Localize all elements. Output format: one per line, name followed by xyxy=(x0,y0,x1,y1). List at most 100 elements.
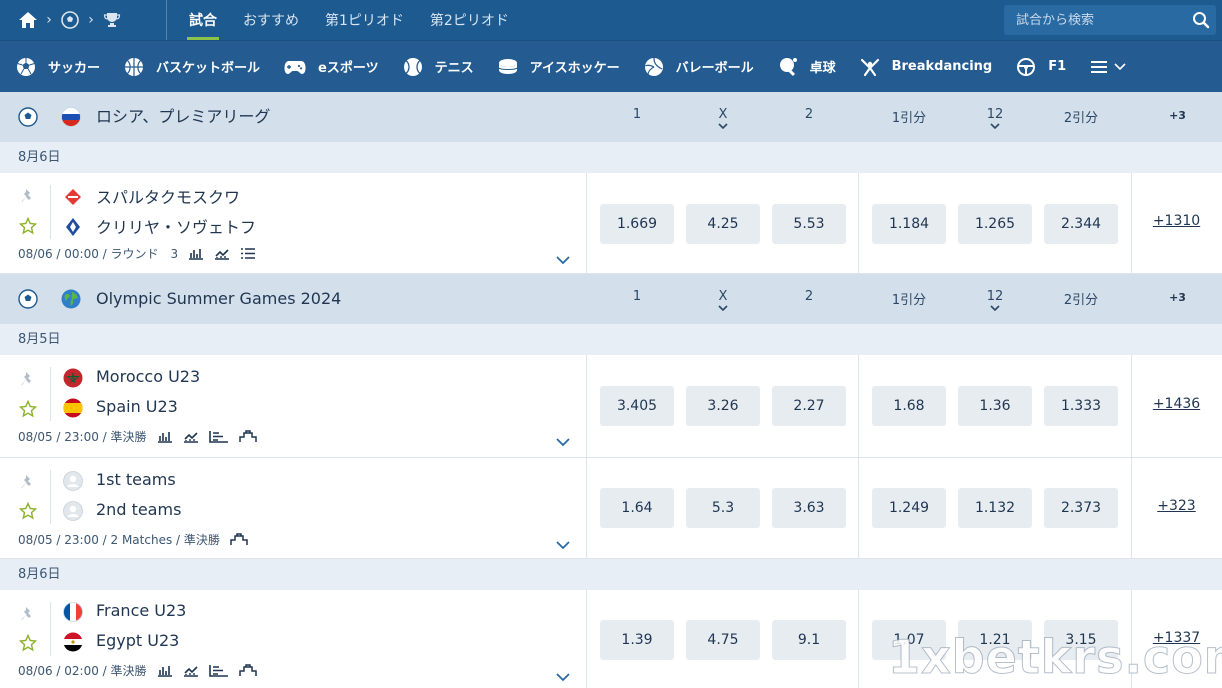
odd-button-2-draw[interactable]: 2.373 xyxy=(1044,488,1118,528)
favorite-star-icon[interactable] xyxy=(19,400,37,418)
odd-button-12[interactable]: 1.265 xyxy=(958,204,1032,244)
more-markets-button[interactable]: +3 xyxy=(1150,109,1205,122)
league-header[interactable]: ロシア、プレミアリーグ 1 X 2 1引分 12 2引分 +3 xyxy=(0,92,1222,142)
more-markets-button[interactable]: +3 xyxy=(1150,291,1205,304)
trophy-icon[interactable] xyxy=(102,10,122,30)
stats-line-icon[interactable] xyxy=(183,664,199,677)
search-input[interactable] xyxy=(1016,12,1186,28)
home-icon[interactable] xyxy=(18,10,38,30)
sport-ice-hockey[interactable]: アイスホッケー xyxy=(498,41,620,93)
chevron-down-icon xyxy=(718,123,728,129)
chevron-down-icon[interactable] xyxy=(556,540,570,550)
odd-button-2[interactable]: 2.27 xyxy=(772,386,846,426)
more-odds-link[interactable]: +1436 xyxy=(1131,396,1222,412)
bracket-icon[interactable] xyxy=(238,664,257,677)
odd-button-2-draw[interactable]: 1.333 xyxy=(1044,386,1118,426)
favorite-star-icon[interactable] xyxy=(19,217,37,235)
team-away: Egypt U23 xyxy=(96,631,180,650)
lineup-icon[interactable] xyxy=(208,664,229,677)
odd-button-x[interactable]: 3.26 xyxy=(686,386,760,426)
tab-recommended[interactable]: おすすめ xyxy=(233,0,309,40)
odd-button-2[interactable]: 3.63 xyxy=(772,488,846,528)
divider xyxy=(50,185,51,239)
soccer-ball-icon[interactable] xyxy=(60,10,80,30)
pin-icon[interactable] xyxy=(19,187,37,205)
sport-esports[interactable]: eスポーツ xyxy=(284,41,379,93)
tennis-ball-icon xyxy=(403,57,422,76)
odd-button-2[interactable]: 9.1 xyxy=(772,620,846,660)
odd-button-1-draw[interactable]: 1.68 xyxy=(872,386,946,426)
steering-wheel-icon xyxy=(1017,57,1036,76)
col-12[interactable]: 12 xyxy=(958,92,1032,142)
hockey-puck-icon xyxy=(498,58,517,74)
odd-button-2[interactable]: 5.53 xyxy=(772,204,846,244)
more-sports-menu[interactable] xyxy=(1090,41,1126,93)
pin-icon[interactable] xyxy=(19,605,37,623)
divider xyxy=(50,602,51,656)
stats-bar-icon[interactable] xyxy=(157,664,173,677)
sport-table-tennis[interactable]: 卓球 xyxy=(778,41,836,93)
col-x[interactable]: X xyxy=(686,274,760,324)
odd-button-x[interactable]: 4.25 xyxy=(686,204,760,244)
col-2: 2 xyxy=(804,289,814,304)
sport-label: バレーボール xyxy=(675,61,754,76)
sport-soccer[interactable]: サッカー xyxy=(16,41,100,93)
favorite-star-icon[interactable] xyxy=(19,634,37,652)
more-odds-link[interactable]: +323 xyxy=(1131,498,1222,514)
team-home: Morocco U23 xyxy=(96,367,201,386)
col-x[interactable]: X xyxy=(686,92,760,142)
chevron-down-icon[interactable] xyxy=(556,437,570,447)
more-odds-link[interactable]: +1310 xyxy=(1131,213,1222,229)
odd-button-1-draw[interactable]: 1.249 xyxy=(872,488,946,528)
divider xyxy=(50,470,51,524)
pin-icon[interactable] xyxy=(19,473,37,491)
chevron-down-icon[interactable] xyxy=(556,672,570,682)
col-12[interactable]: 12 xyxy=(958,274,1032,324)
odd-button-1[interactable]: 3.405 xyxy=(600,386,674,426)
sport-label: テニス xyxy=(434,61,474,76)
match-row[interactable]: Morocco U23 Spain U23 08/05 / 23:00 / 準決… xyxy=(0,355,1222,458)
odd-button-1[interactable]: 1.669 xyxy=(600,204,674,244)
sport-volleyball[interactable]: バレーボール xyxy=(644,41,754,93)
pin-icon[interactable] xyxy=(19,370,37,388)
tab-second-period[interactable]: 第2ピリオド xyxy=(420,0,519,40)
chevron-down-icon[interactable] xyxy=(556,255,570,265)
match-row[interactable]: スパルタクモスクワ クリリヤ・ソヴェトフ 08/06 / 00:00 / ラウン… xyxy=(0,173,1222,274)
globe-icon xyxy=(61,289,81,309)
placeholder-team-icon xyxy=(63,501,83,521)
odd-button-12[interactable]: 1.132 xyxy=(958,488,1032,528)
search-icon[interactable] xyxy=(1192,11,1210,29)
stats-line-icon[interactable] xyxy=(214,247,230,260)
odd-button-2-draw[interactable]: 2.344 xyxy=(1044,204,1118,244)
odd-button-1-draw[interactable]: 1.184 xyxy=(872,204,946,244)
match-row[interactable]: 1st teams 2nd teams 08/05 / 23:00 / 2 Ma… xyxy=(0,458,1222,559)
odd-button-12[interactable]: 1.36 xyxy=(958,386,1032,426)
odd-button-x[interactable]: 4.75 xyxy=(686,620,760,660)
odd-button-1[interactable]: 1.64 xyxy=(600,488,674,528)
match-teams-cell: France U23 Egypt U23 08/06 / 02:00 / 準決勝 xyxy=(0,590,587,688)
col-1-draw: 1引分 xyxy=(891,293,927,308)
bracket-icon[interactable] xyxy=(238,430,257,443)
stats-line-icon[interactable] xyxy=(183,430,199,443)
sport-breakdancing[interactable]: Breakdancing xyxy=(860,41,992,93)
basketball-icon xyxy=(125,57,144,76)
stats-bar-icon[interactable] xyxy=(157,430,173,443)
volleyball-icon xyxy=(644,57,663,76)
lineup-icon[interactable] xyxy=(208,430,229,443)
team-home: スパルタクモスクワ xyxy=(96,188,241,207)
sport-f1[interactable]: F1 xyxy=(1016,41,1066,93)
list-icon[interactable] xyxy=(240,247,256,260)
stats-bar-icon[interactable] xyxy=(188,247,204,260)
divider xyxy=(858,458,859,559)
favorite-star-icon[interactable] xyxy=(19,502,37,520)
tab-matches[interactable]: 試合 xyxy=(179,0,227,40)
sport-basketball[interactable]: バスケットボール xyxy=(124,41,260,93)
sport-tennis[interactable]: テニス xyxy=(403,41,474,93)
tab-first-period[interactable]: 第1ピリオド xyxy=(315,0,414,40)
league-name: Olympic Summer Games 2024 xyxy=(96,289,342,308)
odd-button-x[interactable]: 5.3 xyxy=(686,488,760,528)
gamepad-icon xyxy=(284,60,306,74)
bracket-icon[interactable] xyxy=(230,533,248,546)
odd-button-1[interactable]: 1.39 xyxy=(600,620,674,660)
league-header[interactable]: Olympic Summer Games 2024 1 X 2 1引分 12 2… xyxy=(0,274,1222,324)
